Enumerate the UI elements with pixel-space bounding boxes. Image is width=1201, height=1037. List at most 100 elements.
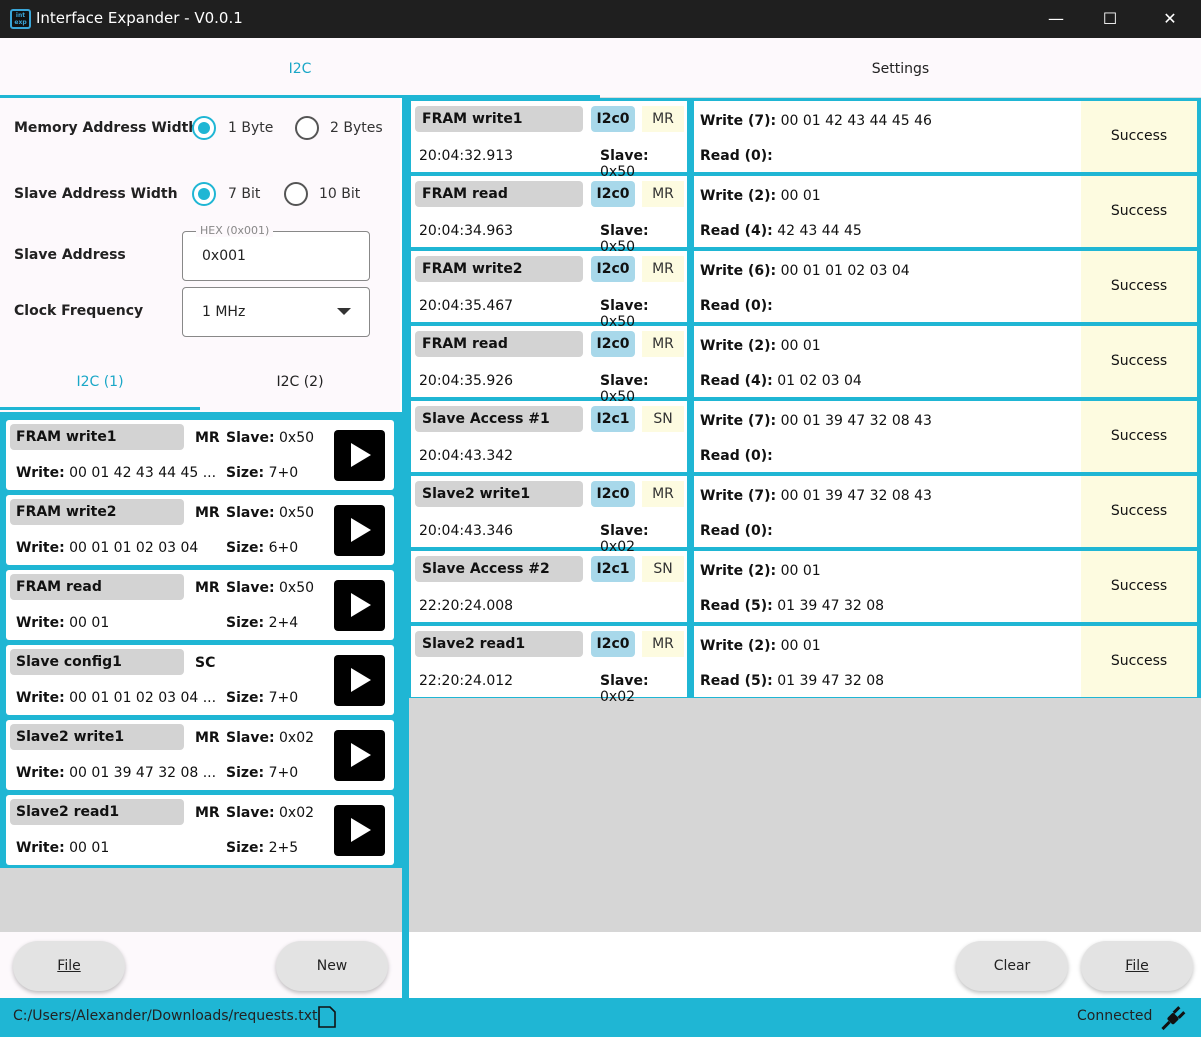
request-name: Slave2 write1: [10, 724, 184, 750]
log-entry[interactable]: FRAM write2 I2c0 MR 20:04:35.467 Slave: …: [411, 251, 1197, 330]
log-name: FRAM read: [415, 181, 583, 207]
request-write: Write: 00 01: [16, 840, 110, 856]
new-request-button[interactable]: New: [276, 941, 388, 991]
bus-badge: I2c0: [591, 631, 635, 657]
clock-frequency-label: Clock Frequency: [14, 303, 144, 319]
log-entry[interactable]: Slave Access #2 I2c1 SN 22:20:24.008 Wri…: [411, 551, 1197, 622]
status-badge: Success: [1081, 626, 1197, 697]
status-badge: Success: [1081, 401, 1197, 472]
log-entry[interactable]: FRAM read I2c0 MR 20:04:35.926 Slave: 0x…: [411, 326, 1197, 405]
log-entry-data: Write (7): 00 01 39 47 32 08 43 Read (0)…: [694, 401, 1197, 472]
log-name: FRAM write1: [415, 106, 583, 132]
log-name: Slave Access #1: [415, 406, 583, 432]
log-timestamp: 20:04:43.346: [419, 523, 514, 539]
log-entry-data: Write (2): 00 01 Read (5): 01 39 47 32 0…: [694, 551, 1197, 622]
radio-7-bit[interactable]: [192, 182, 216, 206]
log-name: Slave2 read1: [415, 631, 583, 657]
chevron-down-icon: [337, 308, 351, 315]
log-read: Read (5): 01 39 47 32 08: [700, 598, 885, 614]
log-read: Read (0):: [700, 148, 773, 164]
log-entry-selected[interactable]: Slave2 read1 I2c0 MR 22:20:24.012 Slave:…: [411, 626, 1197, 705]
window-title: Interface Expander - V0.0.1: [36, 9, 243, 27]
play-button[interactable]: [334, 430, 385, 481]
log-name: Slave Access #2: [415, 556, 583, 582]
request-item-selected[interactable]: Slave2 read1 MR Slave: 0x02 Write: 00 01…: [6, 795, 394, 865]
log-entry[interactable]: Slave2 write1 I2c0 MR 20:04:43.346 Slave…: [411, 476, 1197, 555]
request-name: FRAM write1: [10, 424, 184, 450]
radio-2-bytes-label: 2 Bytes: [330, 120, 383, 136]
play-button[interactable]: [334, 580, 385, 631]
log-entry-info: FRAM write1 I2c0 MR 20:04:32.913 Slave: …: [411, 101, 687, 180]
mode-badge: MR: [642, 481, 684, 507]
plug-icon[interactable]: [1159, 1004, 1187, 1032]
log-file-menu-button[interactable]: File: [1081, 941, 1193, 991]
tab-settings[interactable]: Settings: [600, 38, 1201, 98]
i2c-port-tabs: I2C (1) I2C (2): [0, 354, 400, 412]
request-mode: MR: [195, 580, 220, 596]
log-actions-bar: Clear File: [409, 932, 1201, 998]
request-item[interactable]: Slave2 write1 MR Slave: 0x02 Write: 00 0…: [6, 720, 394, 790]
file-menu-button[interactable]: File: [13, 941, 125, 991]
request-slave: Slave: 0x50: [226, 580, 315, 596]
request-item[interactable]: FRAM write2 MR Slave: 0x50 Write: 00 01 …: [6, 495, 394, 565]
tab-i2c-1[interactable]: I2C (1): [0, 354, 200, 412]
request-write: Write: 00 01: [16, 615, 110, 631]
request-write: Write: 00 01 01 02 03 04: [16, 540, 199, 556]
log-read: Read (4): 01 02 03 04: [700, 373, 862, 389]
request-write: Write: 00 01 01 02 03 04 ...: [16, 690, 217, 706]
bus-badge: I2c0: [591, 256, 635, 282]
close-button[interactable]: ✕: [1147, 0, 1193, 38]
slave-address-value: 0x001: [202, 248, 246, 264]
request-actions-bar: File New: [0, 932, 402, 998]
connection-status: Connected: [1077, 1008, 1153, 1024]
minimize-button[interactable]: —: [1033, 0, 1079, 38]
request-name: FRAM write2: [10, 499, 184, 525]
request-mode: MR: [195, 430, 220, 446]
log-write: Write (7): 00 01 39 47 32 08 43: [700, 488, 932, 504]
log-entry[interactable]: FRAM read I2c0 MR 20:04:34.963 Slave: 0x…: [411, 176, 1197, 255]
app-icon: int exp: [10, 9, 31, 29]
log-timestamp: 20:04:43.342: [419, 448, 514, 464]
play-button[interactable]: [334, 505, 385, 556]
log-write: Write (2): 00 01: [700, 338, 821, 354]
file-icon[interactable]: [318, 1006, 336, 1028]
radio-2-bytes[interactable]: [295, 116, 319, 140]
play-button[interactable]: [334, 655, 385, 706]
mode-badge: MR: [642, 106, 684, 132]
play-button[interactable]: [334, 730, 385, 781]
tab-i2c-2[interactable]: I2C (2): [200, 354, 400, 412]
log-entry-info: Slave Access #1 I2c1 SN 20:04:43.342: [411, 401, 687, 472]
log-entry[interactable]: FRAM write1 I2c0 MR 20:04:32.913 Slave: …: [411, 101, 1197, 180]
log-entry-data: Write (7): 00 01 39 47 32 08 43 Read (0)…: [694, 476, 1197, 547]
log-name: FRAM read: [415, 331, 583, 357]
request-item[interactable]: FRAM write1 MR Slave: 0x50 Write: 00 01 …: [6, 420, 394, 490]
mode-badge: MR: [642, 256, 684, 282]
log-entry-data: Write (2): 00 01 Read (4): 42 43 44 45 S…: [694, 176, 1197, 247]
log-timestamp: 20:04:35.926: [419, 373, 514, 389]
request-write: Write: 00 01 39 47 32 08 ...: [16, 765, 217, 781]
log-timestamp: 20:04:34.963: [419, 223, 514, 239]
log-entry-data: Write (2): 00 01 Read (5): 01 39 47 32 0…: [694, 626, 1197, 697]
request-item[interactable]: Slave config1 SC Write: 00 01 01 02 03 0…: [6, 645, 394, 715]
log-entry-info: FRAM read I2c0 MR 20:04:34.963 Slave: 0x…: [411, 176, 687, 255]
request-item[interactable]: FRAM read MR Slave: 0x50 Write: 00 01 Si…: [6, 570, 394, 640]
log-timestamp: 22:20:24.008: [419, 598, 514, 614]
clear-log-button[interactable]: Clear: [956, 941, 1068, 991]
slave-address-width-label: Slave Address Width: [14, 186, 178, 202]
play-button[interactable]: [334, 805, 385, 856]
maximize-button[interactable]: ☐: [1087, 0, 1133, 38]
slave-address-label: Slave Address: [14, 247, 126, 263]
title-bar: int exp Interface Expander - V0.0.1 — ☐ …: [0, 0, 1201, 38]
log-slave: Slave: 0x02: [600, 673, 649, 705]
log-write: Write (6): 00 01 01 02 03 04: [700, 263, 910, 279]
bus-badge: I2c0: [591, 106, 635, 132]
request-write: Write: 00 01 42 43 44 45 ...: [16, 465, 217, 481]
radio-1-byte-label: 1 Byte: [228, 120, 274, 136]
log-write: Write (2): 00 01: [700, 563, 821, 579]
request-mode: MR: [195, 805, 220, 821]
tab-i2c[interactable]: I2C: [0, 38, 600, 98]
log-entry[interactable]: Slave Access #1 I2c1 SN 20:04:43.342 Wri…: [411, 401, 1197, 472]
radio-1-byte[interactable]: [192, 116, 216, 140]
mode-badge: MR: [642, 181, 684, 207]
radio-10-bit[interactable]: [284, 182, 308, 206]
